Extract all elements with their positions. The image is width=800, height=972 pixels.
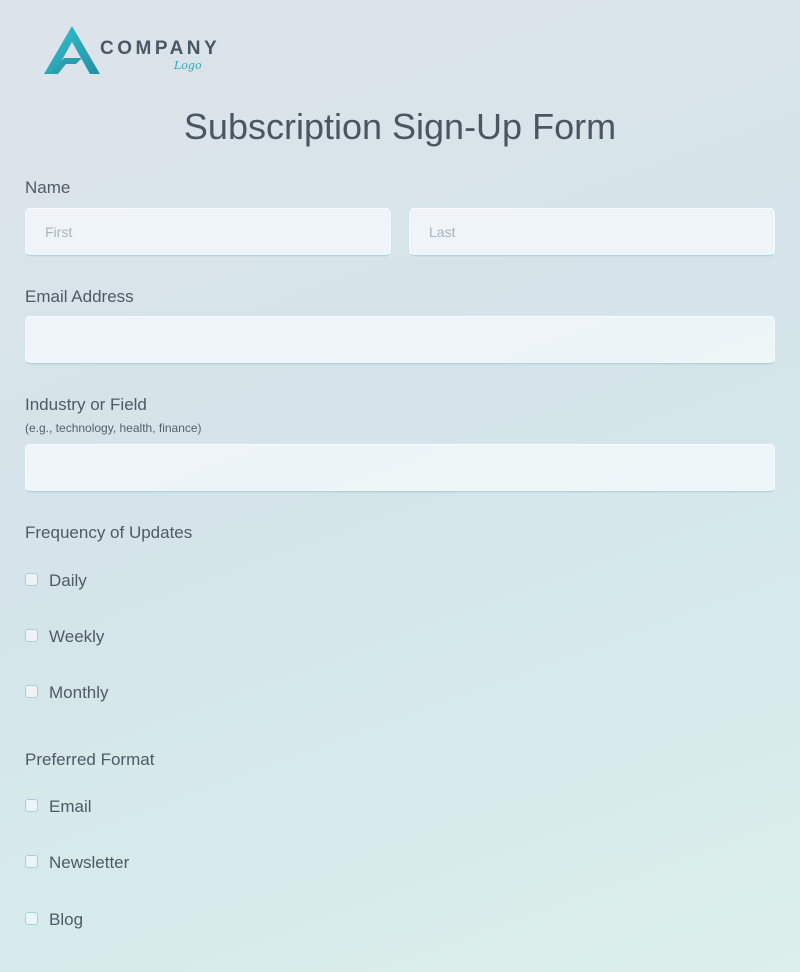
email-label: Email Address: [25, 287, 134, 306]
triangle-logo-icon: [44, 26, 100, 74]
logo-company-text: COMPANY: [100, 38, 221, 59]
checkbox[interactable]: [25, 799, 38, 812]
logo-sub-text: Logo: [174, 59, 202, 72]
last-name-input[interactable]: [409, 208, 775, 256]
company-logo: COMPANY Logo: [42, 22, 232, 78]
frequency-label: Frequency of Updates: [25, 523, 193, 542]
checkbox[interactable]: [25, 912, 38, 925]
checkbox[interactable]: [25, 573, 38, 586]
email-field[interactable]: [25, 316, 775, 364]
option-label: Newsletter: [49, 853, 130, 872]
option-label: Daily: [49, 571, 87, 590]
name-label: Name: [25, 178, 71, 197]
option-label: Monthly: [49, 683, 109, 702]
page-title: Subscription Sign-Up Form: [183, 106, 617, 147]
first-name-input[interactable]: [25, 208, 391, 256]
checkbox[interactable]: [25, 629, 38, 642]
checkbox[interactable]: [25, 855, 38, 868]
option-label: Email: [49, 797, 92, 816]
checkbox[interactable]: [25, 685, 38, 698]
industry-field[interactable]: [25, 444, 775, 492]
option-label: Blog: [49, 910, 84, 929]
option-label: Weekly: [49, 627, 105, 646]
industry-label: Industry or Field: [25, 395, 147, 414]
format-label: Preferred Format: [25, 750, 155, 769]
industry-hint: (e.g., technology, health, finance): [25, 421, 202, 435]
